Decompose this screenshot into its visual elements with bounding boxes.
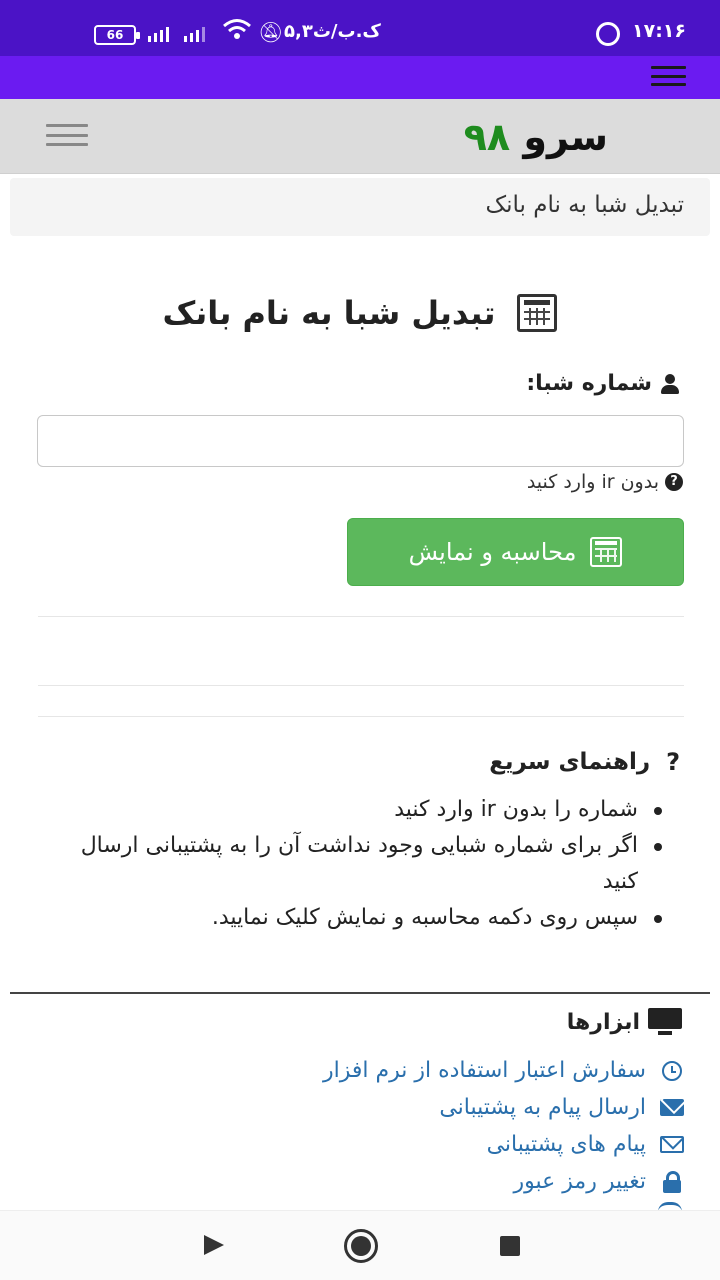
tool-link-label: سفارش اعتبار استفاده از نرم افزار	[322, 1058, 646, 1083]
sheba-label: شماره شبا:	[526, 371, 680, 396]
page-title-text: تبدیل شبا به نام بانک	[162, 294, 496, 332]
divider	[38, 716, 684, 717]
breadcrumb-current: تبدیل شبا به نام بانک	[485, 192, 684, 218]
clock-icon	[662, 1060, 682, 1081]
logo-word: سرو	[523, 115, 608, 159]
tool-link-order-credit[interactable]: سفارش اعتبار استفاده از نرم افزار	[323, 1052, 684, 1089]
calculator-icon	[590, 537, 623, 567]
tools-title: ابزارها	[567, 1008, 682, 1036]
signal-icon-2	[148, 24, 169, 42]
status-data-speed: ۵,۳ک.ب/ث	[284, 21, 381, 42]
tool-link-label: تغییر رمز عبور	[513, 1169, 646, 1194]
status-bar: ۱۷:۱۶ ۵,۳ک.ب/ث 🔕︎ 66	[0, 0, 720, 56]
guide-list: شماره را بدون ir وارد کنید اگر برای شمار…	[78, 792, 662, 936]
guide-title-text: راهنمای سریع	[489, 749, 651, 775]
sheba-input[interactable]	[37, 415, 684, 467]
muted-bell-icon: 🔕︎	[258, 20, 284, 44]
section-divider	[10, 992, 710, 994]
guide-title: ? راهنمای سریع	[489, 748, 680, 776]
calculate-button[interactable]: محاسبه و نمایش	[347, 518, 684, 586]
app-bar	[0, 56, 720, 99]
wifi-icon	[222, 18, 252, 46]
recent-apps-icon[interactable]	[500, 1236, 520, 1256]
monitor-icon	[648, 1008, 682, 1036]
back-icon[interactable]	[204, 1235, 224, 1255]
system-nav-bar	[0, 1210, 720, 1280]
calculate-button-label: محاسبه و نمایش	[408, 538, 577, 566]
divider	[38, 616, 684, 617]
battery-icon: 66	[94, 25, 140, 45]
user-icon	[660, 373, 680, 394]
site-header: سرو ۹۸	[0, 99, 720, 174]
status-time: ۱۷:۱۶	[632, 20, 686, 42]
hint-text: بدون ir وارد کنید	[526, 471, 659, 493]
envelope-icon	[660, 1099, 684, 1116]
signal-icon	[184, 24, 205, 42]
tools-title-text: ابزارها	[566, 1009, 640, 1035]
tool-link-label: پیام های پشتیبانی	[486, 1132, 646, 1157]
page-title: تبدیل شبا به نام بانک	[0, 294, 720, 332]
divider	[38, 685, 684, 686]
question-circle-icon: ?	[665, 473, 683, 491]
sheba-label-text: شماره شبا:	[526, 371, 652, 396]
guide-item: شماره را بدون ir وارد کنید	[78, 792, 662, 828]
envelope-outline-icon	[660, 1136, 684, 1153]
question-icon: ?	[666, 748, 680, 776]
tools-list: سفارش اعتبار استفاده از نرم افزار ارسال …	[323, 1052, 684, 1200]
tool-link-label: ارسال پیام به پشتیبانی	[439, 1095, 646, 1120]
breadcrumb: تبدیل شبا به نام بانک	[10, 178, 710, 236]
tool-link-support-messages[interactable]: پیام های پشتیبانی	[323, 1126, 684, 1163]
input-hint: ? بدون ir وارد کنید	[527, 471, 683, 493]
tool-link-send-message[interactable]: ارسال پیام به پشتیبانی	[323, 1089, 684, 1126]
app-menu-icon[interactable]	[651, 66, 686, 86]
site-logo[interactable]: سرو ۹۸	[464, 115, 608, 159]
app-notification-icon	[596, 22, 620, 46]
lock-icon	[663, 1170, 681, 1193]
logo-number: ۹۸	[463, 115, 511, 159]
guide-item: سپس روی دکمه محاسبه و نمایش کلیک نمایید.	[78, 900, 662, 936]
calculator-icon	[517, 294, 558, 332]
site-menu-icon[interactable]	[46, 124, 88, 146]
guide-item: اگر برای شماره شبایی وجود نداشت آن را به…	[78, 828, 662, 900]
tool-link-change-password[interactable]: تغییر رمز عبور	[323, 1163, 684, 1200]
home-icon[interactable]	[344, 1229, 378, 1263]
